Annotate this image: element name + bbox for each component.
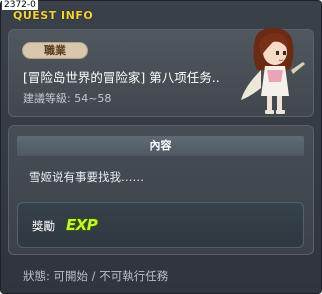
quest-content-panel: 內容 雪姬说有事要找我…… 獎勵 EXP	[8, 125, 314, 255]
quest-summary-panel: 職業 [冒险岛世界的冒险家] 第八项任务.. 建議等級: 54~58	[8, 28, 314, 117]
window-title: QUEST INFO	[13, 9, 94, 22]
exp-icon: EXP	[66, 216, 98, 234]
recommended-level: 建議等級: 54~58	[23, 92, 112, 105]
quest-info-window: QUEST INFO 職業 [冒险岛世界的冒险家] 第八项任务.. 建議等級: …	[0, 0, 322, 294]
content-description: 雪姬说有事要找我……	[29, 170, 144, 184]
npc-avatar	[241, 28, 305, 114]
quest-name: [冒险岛世界的冒险家] 第八项任务..	[23, 70, 220, 85]
job-badge: 職業	[22, 42, 88, 59]
window-id-label: 2372-0	[2, 0, 38, 10]
reward-box: 獎勵 EXP	[17, 202, 304, 248]
reward-label: 獎勵	[32, 219, 55, 233]
quest-status: 狀態: 可開始 / 不可執行任務	[23, 269, 169, 283]
content-header: 內容	[17, 136, 304, 156]
